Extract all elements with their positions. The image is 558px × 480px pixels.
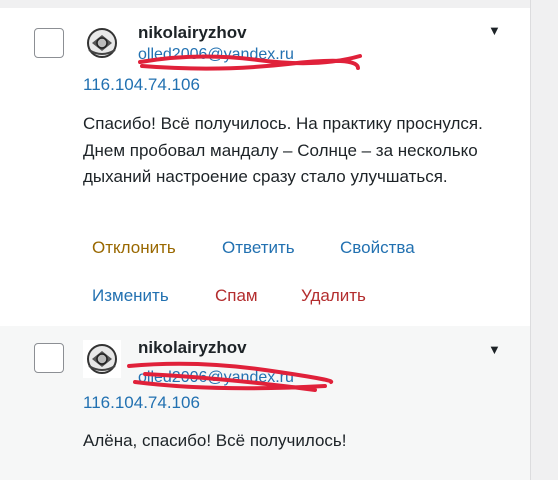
comment-author[interactable]: nikolairyzhov <box>138 23 247 43</box>
delete-link[interactable]: Удалить <box>301 286 366 306</box>
properties-link[interactable]: Свойства <box>340 238 415 258</box>
comment-select-checkbox[interactable] <box>34 28 64 58</box>
avatar-icon <box>83 24 121 62</box>
comment-row: nikolairyzhov olled2006@yandex.ru ▼ 116.… <box>0 326 530 480</box>
comment-select-checkbox[interactable] <box>34 343 64 373</box>
reply-link[interactable]: Ответить <box>222 238 295 258</box>
comments-list: nikolairyzhov olled2006@yandex.ru ▼ 116.… <box>0 0 530 480</box>
edit-link[interactable]: Изменить <box>92 286 169 306</box>
comment-ip-link[interactable]: 116.104.74.106 <box>83 75 200 95</box>
comment-author-email[interactable]: olled2006@yandex.ru <box>138 46 318 64</box>
comment-text: Алёна, спасибо! Всё получилось! <box>83 431 347 450</box>
right-scroll-gutter <box>530 0 558 480</box>
comment-text: Спасибо! Всё получилось. На практику про… <box>83 114 483 186</box>
comment-author-email[interactable]: olled2006@yandex.ru <box>138 369 318 387</box>
avatar-icon <box>83 340 121 378</box>
spam-link[interactable]: Спам <box>215 286 258 306</box>
comment-author[interactable]: nikolairyzhov <box>138 338 247 358</box>
list-top-gap <box>0 0 530 8</box>
reject-link[interactable]: Отклонить <box>92 238 176 258</box>
row-toggle-caret-icon[interactable]: ▼ <box>488 23 501 38</box>
comment-row: nikolairyzhov olled2006@yandex.ru ▼ 116.… <box>0 8 530 327</box>
comment-ip-link[interactable]: 116.104.74.106 <box>83 393 200 413</box>
row-toggle-caret-icon[interactable]: ▼ <box>488 342 501 357</box>
